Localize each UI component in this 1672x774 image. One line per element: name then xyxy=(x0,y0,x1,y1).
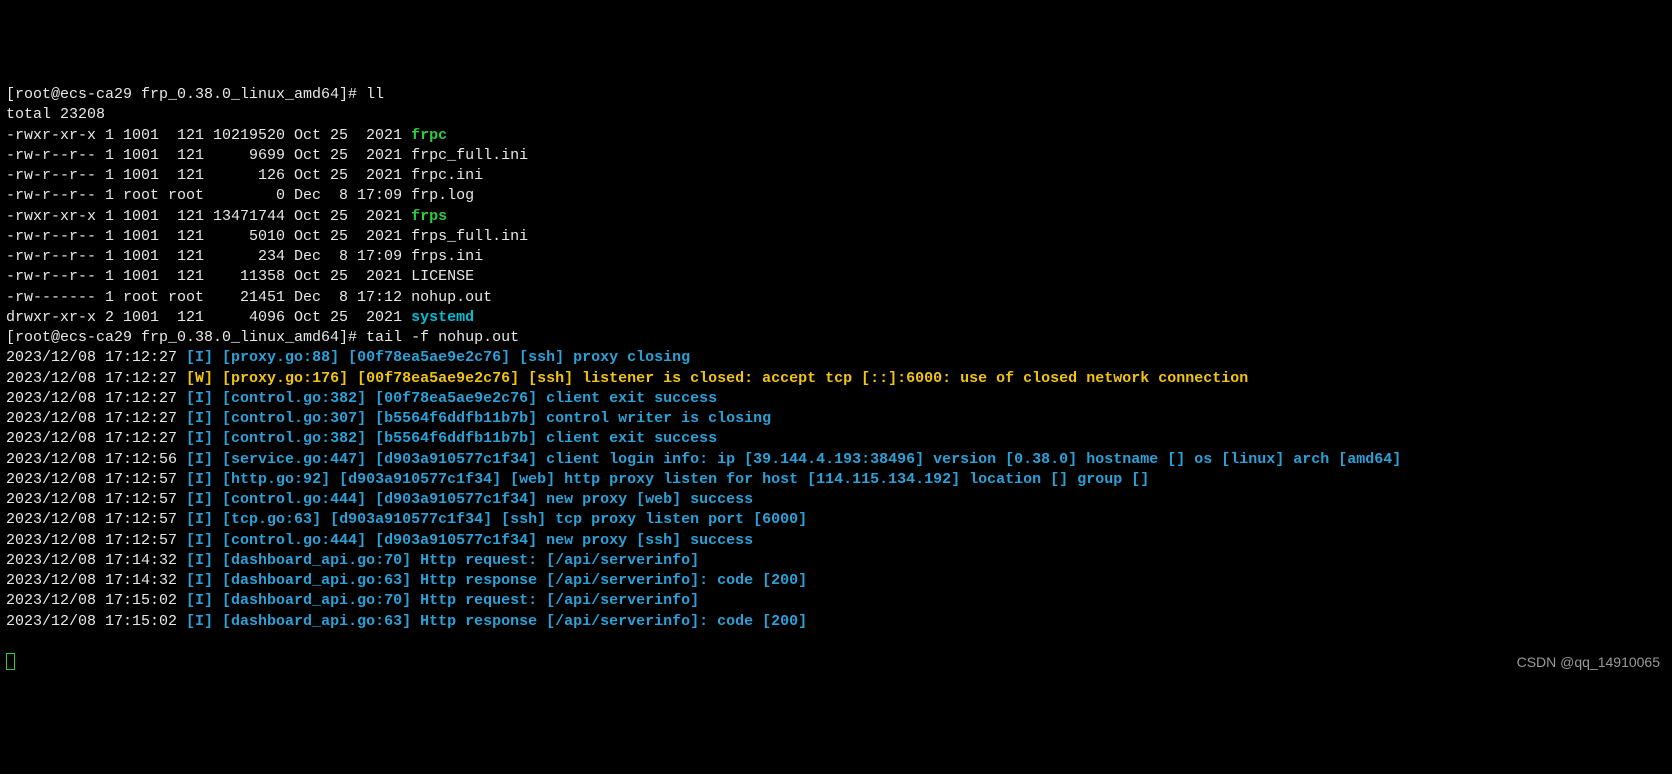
log-line: 2023/12/08 17:12:27 [W] [proxy.go:176] [… xyxy=(6,369,1666,389)
ls-row: -rw-r--r-- 1 1001 121 234 Dec 8 17:09 fr… xyxy=(6,247,1666,267)
file-name: frps.ini xyxy=(411,248,483,265)
file-perms: -rw-r--r-- 1 1001 121 5010 Oct 25 2021 xyxy=(6,228,411,245)
file-name: LICENSE xyxy=(411,268,474,285)
shell-prompt: [root@ecs-ca29 frp_0.38.0_linux_amd64]# … xyxy=(6,328,1666,348)
log-level: [I] xyxy=(186,471,213,488)
log-timestamp: 2023/12/08 17:12:57 xyxy=(6,532,186,549)
log-timestamp: 2023/12/08 17:14:32 xyxy=(6,572,186,589)
log-message: [control.go:382] [00f78ea5ae9e2c76] clie… xyxy=(213,390,717,407)
ls-total: total 23208 xyxy=(6,105,1666,125)
log-line: 2023/12/08 17:12:27 [I] [control.go:307]… xyxy=(6,409,1666,429)
log-message: [control.go:444] [d903a910577c1f34] new … xyxy=(213,491,753,508)
log-line: 2023/12/08 17:12:57 [I] [tcp.go:63] [d90… xyxy=(6,510,1666,530)
log-level: [I] xyxy=(186,532,213,549)
log-timestamp: 2023/12/08 17:12:57 xyxy=(6,491,186,508)
log-level: [I] xyxy=(186,491,213,508)
log-message: [control.go:382] [b5564f6ddfb11b7b] clie… xyxy=(213,430,717,447)
file-perms: -rw------- 1 root root 21451 Dec 8 17:12 xyxy=(6,289,411,306)
ls-row: drwxr-xr-x 2 1001 121 4096 Oct 25 2021 s… xyxy=(6,308,1666,328)
log-level: [W] xyxy=(186,370,213,387)
file-name: frps xyxy=(411,208,447,225)
log-timestamp: 2023/12/08 17:12:56 xyxy=(6,451,186,468)
log-timestamp: 2023/12/08 17:12:27 xyxy=(6,370,186,387)
log-level: [I] xyxy=(186,552,213,569)
log-level: [I] xyxy=(186,451,213,468)
log-level: [I] xyxy=(186,592,213,609)
log-level: [I] xyxy=(186,390,213,407)
log-timestamp: 2023/12/08 17:15:02 xyxy=(6,613,186,630)
file-perms: -rw-r--r-- 1 1001 121 9699 Oct 25 2021 xyxy=(6,147,411,164)
log-line: 2023/12/08 17:15:02 [I] [dashboard_api.g… xyxy=(6,591,1666,611)
file-name: frps_full.ini xyxy=(411,228,528,245)
file-name: frpc xyxy=(411,127,447,144)
log-line: 2023/12/08 17:15:02 [I] [dashboard_api.g… xyxy=(6,612,1666,632)
ls-row: -rwxr-xr-x 1 1001 121 13471744 Oct 25 20… xyxy=(6,207,1666,227)
log-timestamp: 2023/12/08 17:15:02 xyxy=(6,592,186,609)
log-line: 2023/12/08 17:12:56 [I] [service.go:447]… xyxy=(6,450,1666,470)
log-message: [proxy.go:176] [00f78ea5ae9e2c76] [ssh] … xyxy=(213,370,1248,387)
log-level: [I] xyxy=(186,430,213,447)
log-level: [I] xyxy=(186,410,213,427)
log-message: [http.go:92] [d903a910577c1f34] [web] ht… xyxy=(213,471,1149,488)
ls-row: -rw-r--r-- 1 1001 121 11358 Oct 25 2021 … xyxy=(6,267,1666,287)
log-message: [dashboard_api.go:70] Http request: [/ap… xyxy=(213,592,699,609)
log-line: 2023/12/08 17:12:27 [I] [control.go:382]… xyxy=(6,389,1666,409)
log-message: [dashboard_api.go:70] Http request: [/ap… xyxy=(213,552,699,569)
log-message: [control.go:444] [d903a910577c1f34] new … xyxy=(213,532,753,549)
file-perms: drwxr-xr-x 2 1001 121 4096 Oct 25 2021 xyxy=(6,309,411,326)
log-message: [tcp.go:63] [d903a910577c1f34] [ssh] tcp… xyxy=(213,511,807,528)
log-line: 2023/12/08 17:12:27 [I] [proxy.go:88] [0… xyxy=(6,348,1666,368)
ls-row: -rw-r--r-- 1 1001 121 5010 Oct 25 2021 f… xyxy=(6,227,1666,247)
log-timestamp: 2023/12/08 17:12:57 xyxy=(6,471,186,488)
log-message: [proxy.go:88] [00f78ea5ae9e2c76] [ssh] p… xyxy=(213,349,690,366)
log-timestamp: 2023/12/08 17:12:27 xyxy=(6,349,186,366)
file-name: frpc_full.ini xyxy=(411,147,528,164)
file-name: nohup.out xyxy=(411,289,492,306)
file-perms: -rw-r--r-- 1 1001 121 126 Oct 25 2021 xyxy=(6,167,411,184)
log-timestamp: 2023/12/08 17:12:27 xyxy=(6,390,186,407)
file-perms: -rw-r--r-- 1 1001 121 234 Dec 8 17:09 xyxy=(6,248,411,265)
ls-row: -rw-r--r-- 1 1001 121 126 Oct 25 2021 fr… xyxy=(6,166,1666,186)
log-message: [service.go:447] [d903a910577c1f34] clie… xyxy=(213,451,1401,468)
log-timestamp: 2023/12/08 17:14:32 xyxy=(6,552,186,569)
terminal-output[interactable]: [root@ecs-ca29 frp_0.38.0_linux_amd64]# … xyxy=(6,85,1666,632)
log-line: 2023/12/08 17:12:57 [I] [http.go:92] [d9… xyxy=(6,470,1666,490)
log-line: 2023/12/08 17:12:57 [I] [control.go:444]… xyxy=(6,490,1666,510)
log-message: [dashboard_api.go:63] Http response [/ap… xyxy=(213,572,807,589)
log-level: [I] xyxy=(186,613,213,630)
log-message: [dashboard_api.go:63] Http response [/ap… xyxy=(213,613,807,630)
cursor-icon xyxy=(6,653,15,670)
log-line: 2023/12/08 17:14:32 [I] [dashboard_api.g… xyxy=(6,551,1666,571)
file-perms: -rw-r--r-- 1 1001 121 11358 Oct 25 2021 xyxy=(6,268,411,285)
ls-row: -rw------- 1 root root 21451 Dec 8 17:12… xyxy=(6,288,1666,308)
file-perms: -rw-r--r-- 1 root root 0 Dec 8 17:09 xyxy=(6,187,411,204)
ls-row: -rw-r--r-- 1 root root 0 Dec 8 17:09 frp… xyxy=(6,186,1666,206)
file-name: frpc.ini xyxy=(411,167,483,184)
ls-row: -rw-r--r-- 1 1001 121 9699 Oct 25 2021 f… xyxy=(6,146,1666,166)
log-line: 2023/12/08 17:12:27 [I] [control.go:382]… xyxy=(6,429,1666,449)
file-name: frp.log xyxy=(411,187,474,204)
log-level: [I] xyxy=(186,511,213,528)
log-line: 2023/12/08 17:12:57 [I] [control.go:444]… xyxy=(6,531,1666,551)
log-level: [I] xyxy=(186,572,213,589)
log-line: 2023/12/08 17:14:32 [I] [dashboard_api.g… xyxy=(6,571,1666,591)
log-level: [I] xyxy=(186,349,213,366)
file-perms: -rwxr-xr-x 1 1001 121 10219520 Oct 25 20… xyxy=(6,127,411,144)
log-timestamp: 2023/12/08 17:12:27 xyxy=(6,410,186,427)
ls-row: -rwxr-xr-x 1 1001 121 10219520 Oct 25 20… xyxy=(6,126,1666,146)
file-name: systemd xyxy=(411,309,474,326)
file-perms: -rwxr-xr-x 1 1001 121 13471744 Oct 25 20… xyxy=(6,208,411,225)
watermark-text: CSDN @qq_14910065 xyxy=(1517,653,1660,672)
log-message: [control.go:307] [b5564f6ddfb11b7b] cont… xyxy=(213,410,771,427)
log-timestamp: 2023/12/08 17:12:27 xyxy=(6,430,186,447)
log-timestamp: 2023/12/08 17:12:57 xyxy=(6,511,186,528)
shell-prompt: [root@ecs-ca29 frp_0.38.0_linux_amd64]# … xyxy=(6,85,1666,105)
